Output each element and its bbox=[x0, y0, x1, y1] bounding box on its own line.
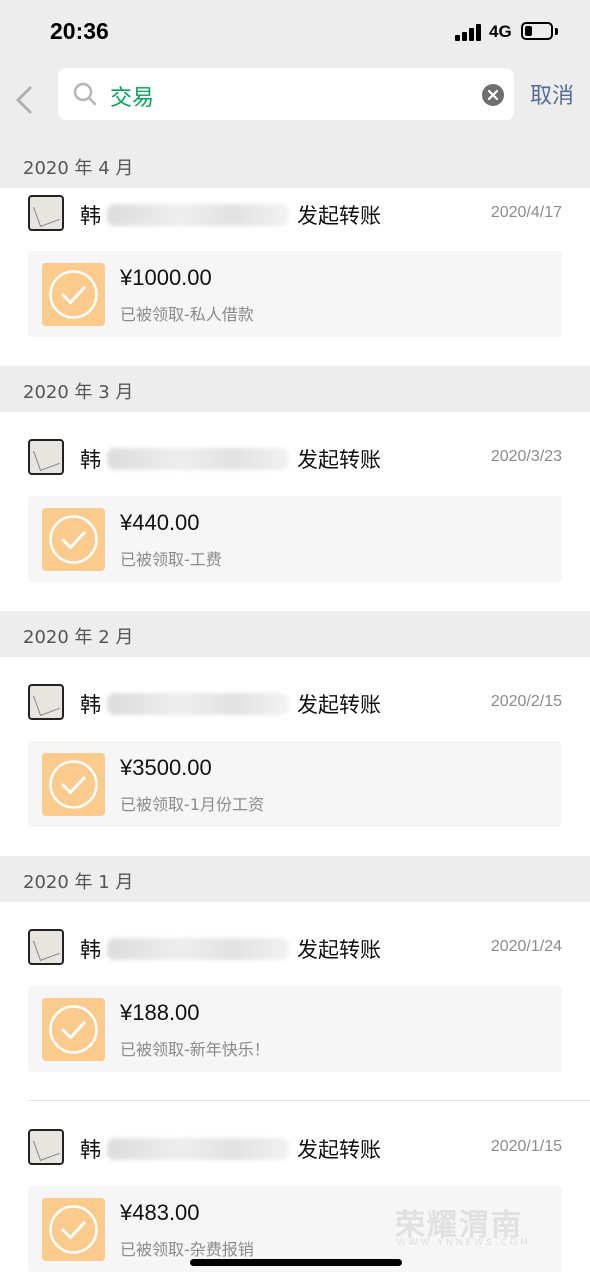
sender-name: 韩 bbox=[80, 204, 101, 228]
transfer-received-check-icon bbox=[42, 998, 105, 1061]
sender-name: 韩 bbox=[80, 448, 101, 472]
month-header: 2020 年 1 月 bbox=[0, 856, 590, 902]
sender-name: 韩 bbox=[80, 1138, 101, 1162]
month-label: 2020 年 4 月 bbox=[23, 158, 134, 179]
transfer-card[interactable]: ¥440.00 已被领取-工费 bbox=[28, 496, 562, 582]
sender-name: 韩 bbox=[80, 693, 101, 717]
transfer-action: 发起转账 bbox=[297, 448, 381, 472]
blurred-name bbox=[107, 204, 289, 226]
avatar bbox=[28, 684, 64, 720]
record-date: 2020/4/17 bbox=[490, 204, 562, 221]
month-label: 2020 年 3 月 bbox=[23, 382, 134, 403]
transfer-amount: ¥3500.00 bbox=[120, 755, 212, 780]
transfer-record[interactable]: 韩 发起转账 2020/1/24 ¥188.00 已被领取-新年快乐！ bbox=[0, 902, 590, 1072]
home-indicator[interactable] bbox=[190, 1259, 402, 1266]
transfer-received-check-icon bbox=[42, 508, 105, 571]
transfer-record[interactable]: 韩 发起转账 2020/2/15 ¥3500.00 已被领取-1月份工资 bbox=[0, 657, 590, 827]
avatar bbox=[28, 439, 64, 475]
blurred-name bbox=[107, 1138, 289, 1160]
transfer-action: 发起转账 bbox=[297, 938, 381, 962]
record-date: 2020/1/24 bbox=[490, 938, 562, 955]
divider bbox=[28, 1100, 590, 1101]
battery-icon bbox=[521, 22, 553, 40]
transfer-status: 已被领取-1月份工资 bbox=[120, 795, 264, 814]
transfer-amount: ¥440.00 bbox=[120, 510, 200, 535]
cancel-button[interactable]: 取消 bbox=[530, 78, 574, 110]
transfer-status: 已被领取-杂费报销 bbox=[120, 1240, 254, 1259]
month-label: 2020 年 1 月 bbox=[23, 872, 134, 893]
status-bar: 20:36 4G bbox=[0, 0, 590, 62]
transfer-status: 已被领取-工费 bbox=[120, 550, 222, 569]
back-chevron-icon[interactable] bbox=[10, 80, 40, 120]
transfer-received-check-icon bbox=[42, 263, 105, 326]
blurred-name bbox=[107, 448, 289, 470]
watermark-sub: WWW.YNNEWS.COM bbox=[397, 1238, 531, 1248]
status-time: 20:36 bbox=[50, 18, 109, 44]
month-label: 2020 年 2 月 bbox=[23, 627, 134, 648]
avatar bbox=[28, 929, 64, 965]
search-input[interactable]: 交易 bbox=[58, 68, 514, 120]
month-header: 2020 年 2 月 bbox=[0, 611, 590, 657]
transfer-received-check-icon bbox=[42, 1198, 105, 1261]
sender-line: 韩 发起转账 bbox=[80, 689, 381, 719]
battery-tip bbox=[555, 28, 558, 35]
month-header: 2020 年 4 月 bbox=[0, 142, 590, 188]
search-icon bbox=[72, 81, 98, 107]
transfer-received-check-icon bbox=[42, 753, 105, 816]
record-date: 2020/3/23 bbox=[490, 448, 562, 465]
sender-line: 韩 发起转账 bbox=[80, 934, 381, 964]
signal-icon bbox=[455, 24, 483, 41]
record-date: 2020/1/15 bbox=[490, 1138, 562, 1155]
sender-line: 韩 发起转账 bbox=[80, 444, 381, 474]
sender-line: 韩 发起转账 bbox=[80, 200, 381, 230]
transfer-action: 发起转账 bbox=[297, 1138, 381, 1162]
transfer-status: 已被领取-新年快乐！ bbox=[120, 1040, 270, 1059]
record-date: 2020/2/15 bbox=[490, 693, 562, 710]
search-header: 交易 取消 bbox=[0, 62, 590, 142]
transfer-card[interactable]: ¥3500.00 已被领取-1月份工资 bbox=[28, 741, 562, 827]
network-type: 4G bbox=[489, 22, 512, 41]
transfer-amount: ¥1000.00 bbox=[120, 265, 212, 290]
blurred-name bbox=[107, 693, 289, 715]
transfer-status: 已被领取-私人借款 bbox=[120, 305, 254, 324]
transfer-card[interactable]: ¥1000.00 已被领取-私人借款 bbox=[28, 251, 562, 337]
transfer-card[interactable]: ¥188.00 已被领取-新年快乐！ bbox=[28, 986, 562, 1072]
transfer-record[interactable]: 韩 发起转账 2020/1/15 ¥483.00 已被领取-杂费报销 bbox=[0, 1102, 590, 1278]
transfer-action: 发起转账 bbox=[297, 693, 381, 717]
avatar bbox=[28, 1129, 64, 1165]
transfer-action: 发起转账 bbox=[297, 204, 381, 228]
search-query[interactable]: 交易 bbox=[110, 80, 154, 112]
transfer-amount: ¥188.00 bbox=[120, 1000, 200, 1025]
blurred-name bbox=[107, 938, 289, 960]
sender-name: 韩 bbox=[80, 938, 101, 962]
transfer-record[interactable]: 韩 发起转账 2020/3/23 ¥440.00 已被领取-工费 bbox=[0, 412, 590, 582]
transfer-record[interactable]: 韩 发起转账 2020/4/17 ¥1000.00 已被领取-私人借款 bbox=[0, 188, 590, 358]
avatar bbox=[28, 195, 64, 231]
month-header: 2020 年 3 月 bbox=[0, 366, 590, 412]
clear-icon[interactable] bbox=[481, 83, 505, 107]
sender-line: 韩 发起转账 bbox=[80, 1134, 381, 1164]
transfer-amount: ¥483.00 bbox=[120, 1200, 200, 1225]
